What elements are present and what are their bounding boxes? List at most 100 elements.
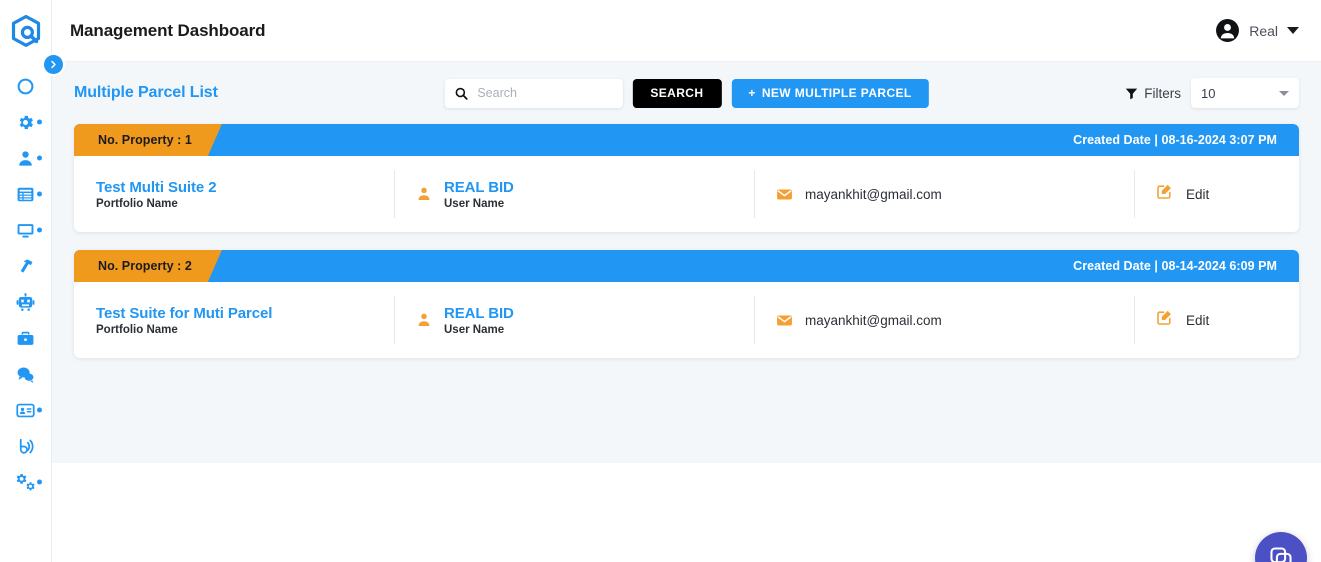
- pencil-square-icon: [1156, 183, 1173, 205]
- chevron-right-icon: [49, 60, 58, 69]
- edit-cell: Edit: [1134, 282, 1299, 358]
- search-box[interactable]: [444, 78, 623, 108]
- sidebar-item-dot: [37, 191, 42, 197]
- page-title: Management Dashboard: [70, 20, 266, 40]
- person-icon: [416, 186, 432, 202]
- filters-label: Filters: [1144, 85, 1181, 101]
- sidebar-nav: [0, 62, 51, 500]
- edit-label: Edit: [1186, 186, 1210, 202]
- pencil-square-icon: [1156, 309, 1173, 331]
- robot-icon: [16, 292, 35, 312]
- sidebar-item-listings[interactable]: [0, 176, 51, 212]
- toolbar-center-group: SEARCH + NEW MULTIPLE PARCEL: [444, 78, 929, 108]
- sidebar-item-settings[interactable]: [0, 104, 51, 140]
- chevron-down-icon: [1287, 27, 1299, 34]
- edit-cell: Edit: [1134, 156, 1299, 232]
- id-card-icon: [16, 401, 35, 420]
- parcel-card: No. Property : 1 Created Date | 08-16-20…: [74, 124, 1299, 232]
- list-toolbar: Multiple Parcel List SEARCH + NEW MULTIP…: [74, 62, 1299, 124]
- funnel-icon: [1125, 87, 1138, 100]
- filters-button[interactable]: Filters: [1125, 86, 1181, 101]
- page-size-select[interactable]: 10: [1191, 78, 1299, 108]
- envelope-icon: [776, 186, 793, 203]
- person-icon: [16, 149, 35, 168]
- sidebar-item-dot: [37, 407, 42, 413]
- sidebar-item-automation[interactable]: [0, 284, 51, 320]
- sidebar-item-users[interactable]: [0, 140, 51, 176]
- edit-button[interactable]: Edit: [1156, 309, 1209, 331]
- sidebar-item-tools[interactable]: [0, 248, 51, 284]
- sidebar-item-dot: [37, 155, 42, 161]
- user-menu[interactable]: Real: [1215, 18, 1299, 43]
- toolbar-right-group: Filters 10: [1125, 78, 1299, 108]
- portfolio-name[interactable]: Test Suite for Muti Parcel: [96, 305, 272, 322]
- sidebar-item-dashboard[interactable]: [0, 68, 51, 104]
- user-name-label: Real: [1249, 22, 1278, 39]
- sidebar-item-dot: [37, 227, 42, 233]
- page-section-title: Multiple Parcel List: [74, 84, 218, 101]
- email-cell: mayankhit@gmail.com: [754, 282, 1134, 358]
- parcel-card-body: Test Multi Suite 2 Portfolio Name REAL B…: [74, 156, 1299, 232]
- user-cell: REAL BID User Name: [394, 156, 754, 232]
- parcel-card-header: No. Property : 1 Created Date | 08-16-20…: [74, 124, 1299, 156]
- edit-label: Edit: [1186, 312, 1210, 328]
- email-cell: mayankhit@gmail.com: [754, 156, 1134, 232]
- page-size-value: 10: [1201, 85, 1216, 101]
- speedometer-icon: [16, 77, 35, 96]
- created-date-label: Created Date | 08-14-2024 6:09 PM: [1073, 259, 1277, 273]
- new-multiple-parcel-label: NEW MULTIPLE PARCEL: [761, 86, 912, 100]
- top-header: Management Dashboard Real: [52, 0, 1321, 62]
- user-display-name[interactable]: REAL BID: [444, 179, 514, 196]
- sidebar-item-monitor[interactable]: [0, 212, 51, 248]
- desktop-icon: [16, 221, 35, 240]
- created-date-label: Created Date | 08-16-2024 3:07 PM: [1073, 133, 1277, 147]
- edit-button[interactable]: Edit: [1156, 183, 1209, 205]
- briefcase-icon: [16, 329, 35, 348]
- portfolio-name[interactable]: Test Multi Suite 2: [96, 179, 217, 196]
- sidebar-item-contacts[interactable]: [0, 392, 51, 428]
- plus-icon: +: [748, 86, 756, 100]
- sidebar-item-broadcast[interactable]: [0, 428, 51, 464]
- chat-bubbles-icon: [16, 365, 35, 384]
- parcel-card-body: Test Suite for Muti Parcel Portfolio Nam…: [74, 282, 1299, 358]
- property-count-badge: No. Property : 1: [74, 124, 222, 156]
- chat-widget-icon: [1268, 545, 1294, 562]
- main-content: Multiple Parcel List SEARCH + NEW MULTIP…: [52, 62, 1321, 463]
- email-address: mayankhit@gmail.com: [805, 186, 942, 202]
- user-cell: REAL BID User Name: [394, 282, 754, 358]
- sidebar-toggle-button[interactable]: [44, 55, 63, 74]
- search-icon: [454, 87, 468, 100]
- app-logo[interactable]: [0, 0, 51, 62]
- sidebar-item-dot: [37, 479, 42, 485]
- parcel-card-header: No. Property : 2 Created Date | 08-14-20…: [74, 250, 1299, 282]
- sidebar-item-messages[interactable]: [0, 356, 51, 392]
- email-address: mayankhit@gmail.com: [805, 312, 942, 328]
- sidebar-item-configuration[interactable]: [0, 464, 51, 500]
- search-input[interactable]: [477, 86, 613, 100]
- new-multiple-parcel-button[interactable]: + NEW MULTIPLE PARCEL: [731, 78, 929, 108]
- house-search-logo-icon: [10, 14, 42, 48]
- cogs-icon: [16, 473, 35, 492]
- sidebar: [0, 0, 63, 562]
- page-footer-area: [52, 463, 1321, 562]
- app-root: Management Dashboard Real Multiple Parce…: [0, 0, 1321, 562]
- hammer-icon: [16, 257, 35, 276]
- signal-icon: [16, 437, 35, 456]
- portfolio-cell: Test Multi Suite 2 Portfolio Name: [74, 156, 394, 232]
- envelope-icon: [776, 312, 793, 329]
- gear-icon: [16, 113, 35, 132]
- user-name-label: User Name: [444, 323, 505, 336]
- portfolio-cell: Test Suite for Muti Parcel Portfolio Nam…: [74, 282, 394, 358]
- list-box-icon: [16, 185, 35, 204]
- search-button[interactable]: SEARCH: [632, 78, 722, 108]
- sidebar-item-briefcase[interactable]: [0, 320, 51, 356]
- user-name-label: User Name: [444, 197, 505, 210]
- portfolio-name-label: Portfolio Name: [96, 323, 178, 336]
- user-circle-icon: [1215, 18, 1240, 43]
- user-display-name[interactable]: REAL BID: [444, 305, 514, 322]
- portfolio-name-label: Portfolio Name: [96, 197, 178, 210]
- sidebar-item-dot: [37, 119, 42, 125]
- chat-widget-button[interactable]: [1255, 532, 1307, 562]
- person-icon: [416, 312, 432, 328]
- parcel-card: No. Property : 2 Created Date | 08-14-20…: [74, 250, 1299, 358]
